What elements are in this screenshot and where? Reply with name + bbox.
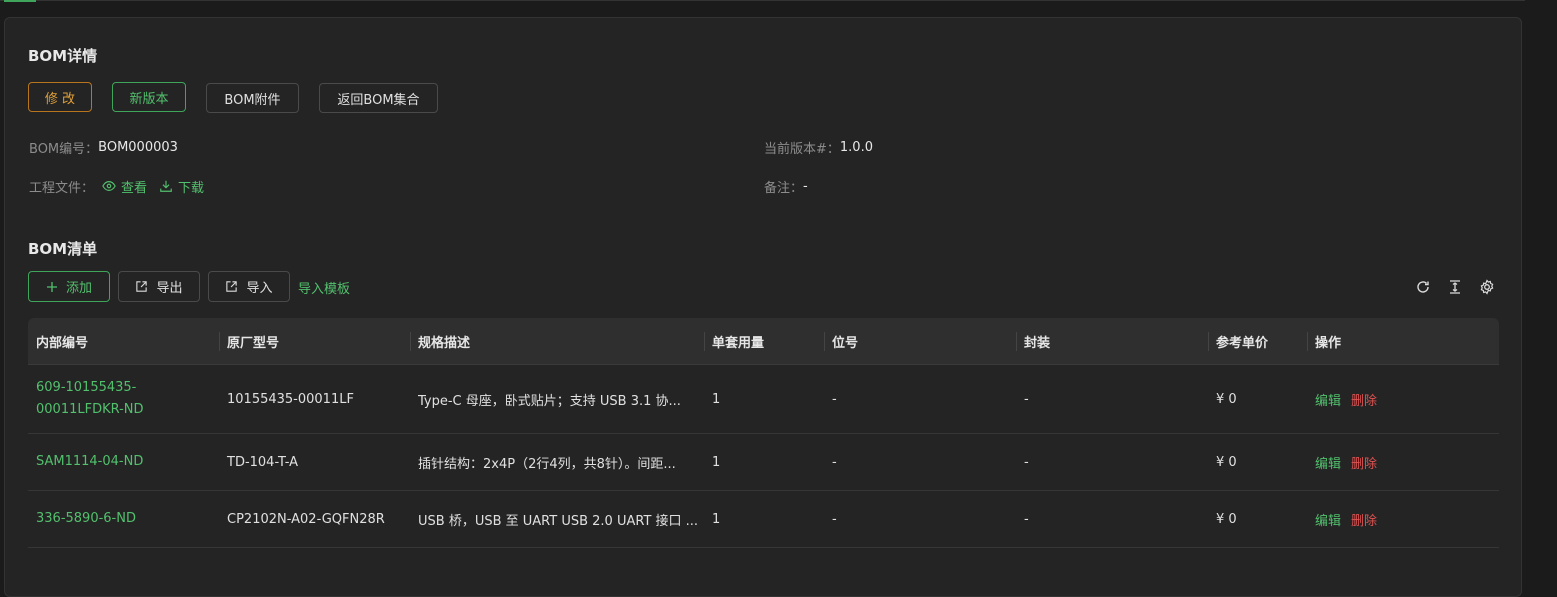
remark-value: - bbox=[803, 178, 808, 194]
export-icon bbox=[135, 280, 148, 293]
edit-row-button[interactable]: 编辑 bbox=[1315, 390, 1341, 409]
col-position: 位号 bbox=[823, 318, 858, 365]
col-quantity: 单套用量 bbox=[703, 318, 764, 365]
download-icon bbox=[160, 180, 172, 192]
col-actions: 操作 bbox=[1306, 318, 1341, 365]
top-tab-bar bbox=[0, 0, 1525, 2]
download-file-label: 下载 bbox=[178, 180, 205, 196]
export-label: 导出 bbox=[156, 281, 183, 296]
col-manufacturer-model: 原厂型号 bbox=[218, 318, 279, 365]
price-cell: ¥ 0 bbox=[1216, 454, 1237, 470]
quantity-cell: 1 bbox=[712, 391, 721, 407]
page-title: BOM详情 bbox=[28, 47, 98, 65]
project-file-label: 工程文件： bbox=[29, 180, 95, 196]
import-label: 导入 bbox=[246, 281, 273, 296]
actions-cell: 编辑 删除 bbox=[1315, 365, 1377, 433]
remark-field: 备注： - bbox=[764, 177, 808, 196]
spec-description-text: Type-C 母座，卧式贴片；支持 USB 3.1 协... bbox=[418, 393, 681, 409]
actions-cell: 编辑 删除 bbox=[1315, 491, 1377, 547]
add-item-button[interactable]: 添加 bbox=[28, 271, 110, 302]
internal-code-link[interactable]: 336-5890-6-ND bbox=[36, 491, 136, 547]
table-row: 609-10155435- 00011LFDKR-ND 10155435-000… bbox=[28, 365, 1499, 434]
manufacturer-model-cell: 10155435-00011LF bbox=[227, 391, 354, 407]
actions-cell: 编辑 删除 bbox=[1315, 434, 1377, 490]
internal-code-link[interactable]: 609-10155435- 00011LFDKR-ND bbox=[36, 365, 216, 433]
position-cell: - bbox=[832, 511, 837, 527]
import-button[interactable]: 导入 bbox=[208, 271, 290, 302]
position-cell: - bbox=[832, 391, 837, 407]
right-gutter bbox=[1525, 0, 1557, 582]
bom-attachments-button[interactable]: BOM附件 bbox=[206, 83, 299, 113]
spec-description-cell: Type-C 母座，卧式贴片；支持 USB 3.1 协... bbox=[418, 365, 703, 433]
delete-row-button[interactable]: 删除 bbox=[1351, 510, 1377, 529]
bom-number-field: BOM编号： BOM000003 bbox=[29, 138, 178, 157]
active-tab-indicator bbox=[4, 0, 36, 2]
edit-row-button[interactable]: 编辑 bbox=[1315, 453, 1341, 472]
quantity-cell: 1 bbox=[712, 511, 721, 527]
project-file-field: 工程文件： 查看 下载 bbox=[29, 177, 204, 196]
delete-row-button[interactable]: 删除 bbox=[1351, 390, 1377, 409]
col-package: 封装 bbox=[1015, 318, 1050, 365]
plus-icon bbox=[46, 281, 58, 293]
eye-icon bbox=[102, 181, 116, 191]
quantity-cell: 1 bbox=[712, 454, 721, 470]
bom-number-value: BOM000003 bbox=[98, 139, 178, 155]
spec-description-text: 插针结构：2x4P（2行4列，共8针）。间距... bbox=[418, 456, 676, 472]
view-file-link[interactable]: 查看 bbox=[102, 177, 147, 196]
column-height-icon[interactable] bbox=[1446, 278, 1464, 296]
manufacturer-model-cell: CP2102N-A02-GQFN28R bbox=[227, 511, 385, 527]
bom-list-title: BOM清单 bbox=[28, 240, 98, 258]
spec-description-cell: 插针结构：2x4P（2行4列，共8针）。间距... bbox=[418, 434, 703, 490]
refresh-icon[interactable] bbox=[1414, 278, 1432, 296]
package-cell: - bbox=[1024, 454, 1029, 470]
settings-gear-icon[interactable] bbox=[1478, 278, 1496, 296]
remark-label: 备注： bbox=[764, 180, 804, 196]
current-version-label: 当前版本#： bbox=[764, 141, 840, 157]
package-cell: - bbox=[1024, 511, 1029, 527]
modify-button[interactable]: 修 改 bbox=[28, 82, 92, 112]
current-version-value: 1.0.0 bbox=[839, 139, 873, 155]
table-row: SAM1114-04-ND TD-104-T-A 插针结构：2x4P（2行4列，… bbox=[28, 434, 1499, 491]
import-icon bbox=[225, 280, 238, 293]
download-file-link[interactable]: 下载 bbox=[159, 177, 204, 196]
edit-row-button[interactable]: 编辑 bbox=[1315, 510, 1341, 529]
package-cell: - bbox=[1024, 391, 1029, 407]
table-header: 内部编号 原厂型号 规格描述 单套用量 位号 封装 参考单价 操作 bbox=[28, 318, 1499, 365]
internal-code-line1: 609-10155435- bbox=[36, 380, 137, 395]
export-button[interactable]: 导出 bbox=[118, 271, 200, 302]
price-cell: ¥ 0 bbox=[1216, 511, 1237, 527]
import-template-link[interactable]: 导入模板 bbox=[298, 278, 350, 297]
delete-row-button[interactable]: 删除 bbox=[1351, 453, 1377, 472]
view-file-label: 查看 bbox=[121, 180, 148, 196]
back-to-bom-list-button[interactable]: 返回BOM集合 bbox=[319, 83, 438, 113]
new-version-button[interactable]: 新版本 bbox=[112, 82, 186, 112]
spec-description-text: USB 桥，USB 至 UART USB 2.0 UART 接口 ... bbox=[418, 513, 699, 529]
add-item-label: 添加 bbox=[65, 281, 92, 296]
bom-table: 内部编号 原厂型号 规格描述 单套用量 位号 封装 参考单价 操作 609-10… bbox=[28, 318, 1499, 548]
bom-number-label: BOM编号： bbox=[29, 141, 99, 157]
position-cell: - bbox=[832, 454, 837, 470]
internal-code-link[interactable]: SAM1114-04-ND bbox=[36, 434, 143, 490]
col-reference-price: 参考单价 bbox=[1207, 318, 1268, 365]
col-internal-code: 内部编号 bbox=[36, 336, 89, 351]
current-version-field: 当前版本#： 1.0.0 bbox=[764, 138, 873, 157]
col-spec-description: 规格描述 bbox=[409, 318, 470, 365]
table-row: 336-5890-6-ND CP2102N-A02-GQFN28R USB 桥，… bbox=[28, 491, 1499, 548]
spec-description-cell: USB 桥，USB 至 UART USB 2.0 UART 接口 ... bbox=[418, 491, 703, 547]
internal-code-line2: 00011LFDKR-ND bbox=[36, 402, 144, 417]
manufacturer-model-cell: TD-104-T-A bbox=[227, 454, 298, 470]
price-cell: ¥ 0 bbox=[1216, 391, 1237, 407]
